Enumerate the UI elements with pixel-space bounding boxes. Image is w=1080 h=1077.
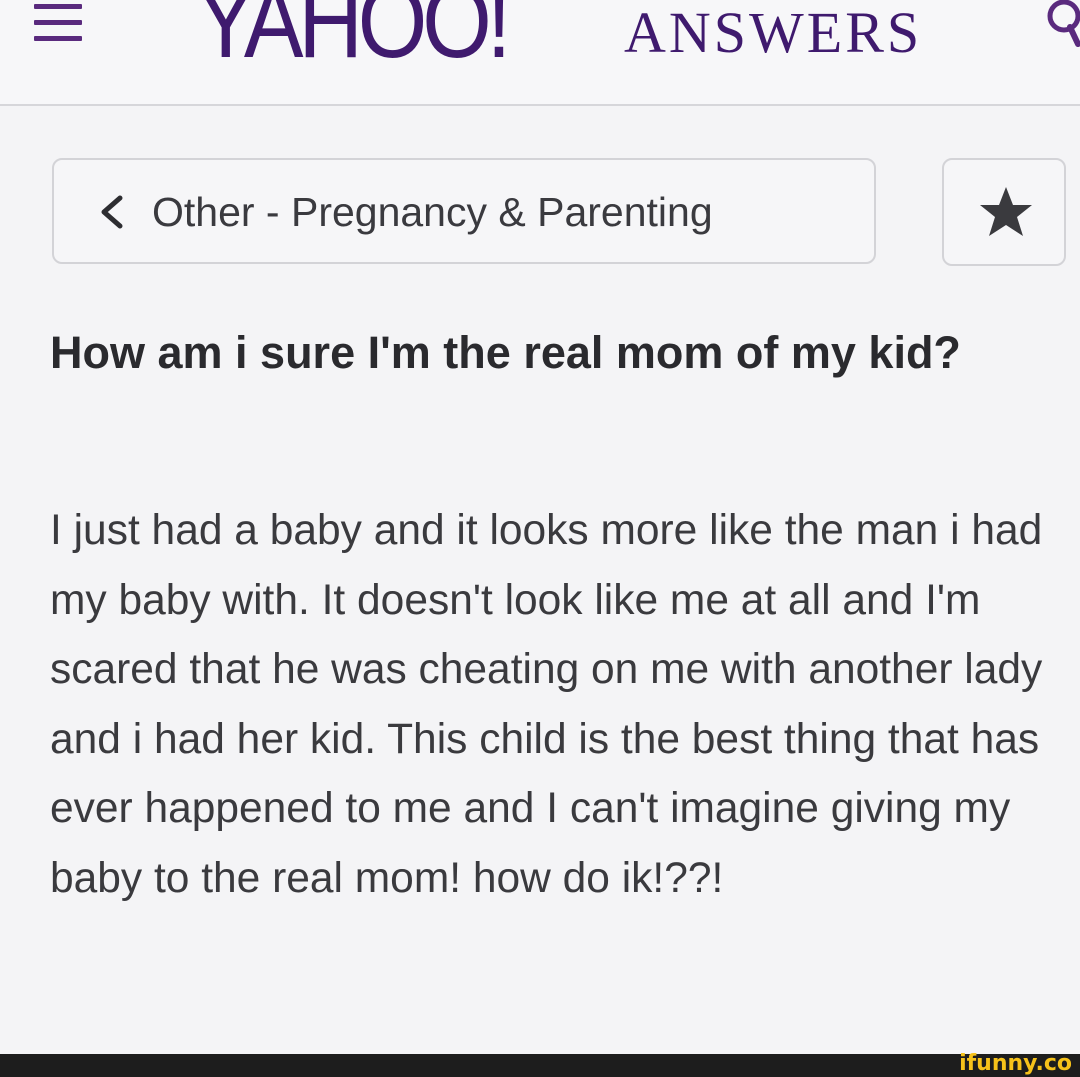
category-label: Other - Pregnancy & Parenting bbox=[152, 189, 713, 235]
search-icon[interactable] bbox=[1030, 0, 1080, 60]
favorite-button[interactable] bbox=[942, 158, 1066, 266]
watermark-bar: ifunny.co bbox=[0, 1051, 1080, 1077]
answers-logo-text: ANSWERS bbox=[624, 0, 923, 65]
chevron-left-icon bbox=[101, 195, 123, 229]
app-header: YAHOO! ANSWERS bbox=[0, 0, 1080, 106]
star-icon bbox=[980, 187, 1032, 236]
question-title: How am i sure I'm the real mom of my kid… bbox=[50, 327, 961, 378]
yahoo-logo[interactable]: YAHOO! bbox=[196, 0, 511, 74]
ifunny-watermark: ifunny.co bbox=[959, 1051, 1072, 1076]
category-back-button[interactable]: Other - Pregnancy & Parenting bbox=[52, 158, 876, 264]
question-body: I just had a baby and it looks more like… bbox=[50, 507, 1043, 902]
hamburger-icon[interactable] bbox=[34, 0, 82, 48]
